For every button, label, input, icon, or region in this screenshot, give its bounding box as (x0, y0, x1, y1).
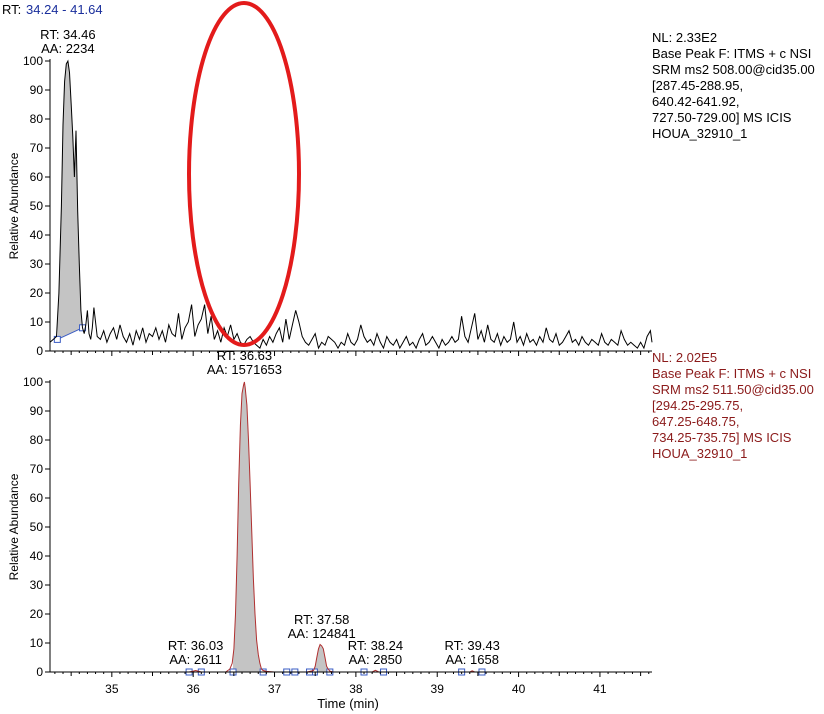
bottom-chromatogram-panel: 0 10 20 30 40 50 60 70 80 90 100 Relative Abundance… (7, 348, 814, 696)
y-axis-label-0: Relative Abundance (7, 152, 21, 259)
x-tick-label-39: 39 (431, 682, 445, 696)
peak-annotation-aa-1-3: AA: 2850 (349, 652, 403, 667)
top-chromatogram-panel: 0 10 20 30 40 50 60 70 80 90 100 Relative Abundance… (7, 27, 815, 358)
peak-annotation-aa-1-4: AA: 1658 (445, 652, 499, 667)
peak-annotation-rt-1-1: RT: 37.58 (294, 612, 349, 627)
y-tick-label-0-10: 10 (30, 315, 44, 329)
y-tick-label-1-30: 30 (30, 578, 44, 592)
trace-info-line-1-3: [294.25-295.75, (652, 398, 743, 413)
trace-info-line-0-4: 640.42-641.92, (652, 94, 739, 109)
y-tick-label-1-80: 80 (30, 433, 44, 447)
peak-annotation-rt-1-0: RT: 36.63 (217, 348, 272, 363)
x-tick-label-37: 37 (268, 682, 282, 696)
y-tick-label-0-80: 80 (30, 112, 44, 126)
x-tick-label-38: 38 (349, 682, 363, 696)
y-tick-label-1-50: 50 (30, 520, 44, 534)
trace-info-line-1-6: HOUA_32910_1 (652, 446, 747, 461)
peak-annotation-rt-1-4: RT: 39.43 (445, 638, 500, 653)
trace-info-line-0-3: [287.45-288.95, (652, 78, 743, 93)
y-tick-label-1-40: 40 (30, 549, 44, 563)
y-tick-label-0-60: 60 (30, 170, 44, 184)
trace-line-0 (49, 59, 653, 350)
y-tick-label-0-30: 30 (30, 257, 44, 271)
trace-info-line-0-2: SRM ms2 508.00@cid35.00 (652, 62, 815, 77)
peak-annotation-rt-1-3: RT: 38.24 (348, 638, 403, 653)
peak-annotation-aa-1-0: AA: 1571653 (207, 362, 282, 377)
x-tick-label-41: 41 (593, 682, 607, 696)
y-tick-label-0-100: 100 (23, 54, 43, 68)
y-tick-label-1-100: 100 (23, 375, 43, 389)
peak-annotation-aa-0-0: AA: 2234 (41, 41, 95, 56)
y-tick-label-1-20: 20 (30, 607, 44, 621)
y-tick-label-1-0: 0 (36, 665, 43, 679)
trace-info-line-0-5: 727.50-729.00] MS ICIS (652, 110, 792, 125)
y-tick-label-0-70: 70 (30, 141, 44, 155)
y-tick-label-0-40: 40 (30, 228, 44, 242)
trace-info-line-0-0: NL: 2.33E2 (652, 30, 717, 45)
highlight-ellipse (187, 1, 301, 347)
y-tick-label-1-10: 10 (30, 636, 44, 650)
x-tick-label-36: 36 (186, 682, 200, 696)
y-tick-label-1-70: 70 (30, 462, 44, 476)
peak-annotation-aa-1-1: AA: 124841 (288, 626, 356, 641)
y-tick-label-1-90: 90 (30, 404, 44, 418)
y-tick-label-1-60: 60 (30, 491, 44, 505)
y-tick-label-0-90: 90 (30, 83, 44, 97)
trace-info-line-0-1: Base Peak F: ITMS + c NSI (652, 46, 811, 61)
x-axis-title: Time (min) (317, 696, 379, 711)
chromatogram-figure: RT: 34.24 - 41.64 0102030405060708090100… (2, 1, 815, 711)
y-tick-label-0-20: 20 (30, 286, 44, 300)
trace-info-line-1-4: 647.25-648.75, (652, 414, 739, 429)
trace-info-line-0-6: HOUA_32910_1 (652, 126, 747, 141)
trace-info-line-1-5: 734.25-735.75] MS ICIS (652, 430, 792, 445)
x-tick-label-40: 40 (512, 682, 526, 696)
rt-range-value: 34.24 - 41.64 (26, 2, 103, 17)
peak-annotation-aa-1-2: AA: 2611 (169, 652, 222, 667)
y-axis-label-1: Relative Abundance (7, 473, 21, 580)
peak-annotation-rt-0-0: RT: 34.46 (40, 27, 95, 42)
peak-annotation-rt-1-2: RT: 36.03 (168, 638, 223, 653)
y-tick-label-0-0: 0 (36, 344, 43, 358)
x-tick-label-35: 35 (105, 682, 119, 696)
y-tick-label-0-50: 50 (30, 199, 44, 213)
trace-info-line-1-1: Base Peak F: ITMS + c NSI (652, 366, 811, 381)
rt-range-prefix: RT: (2, 2, 21, 17)
trace-info-line-1-0: NL: 2.02E5 (652, 350, 717, 365)
trace-info-line-1-2: SRM ms2 511.50@cid35.00 (652, 382, 814, 397)
